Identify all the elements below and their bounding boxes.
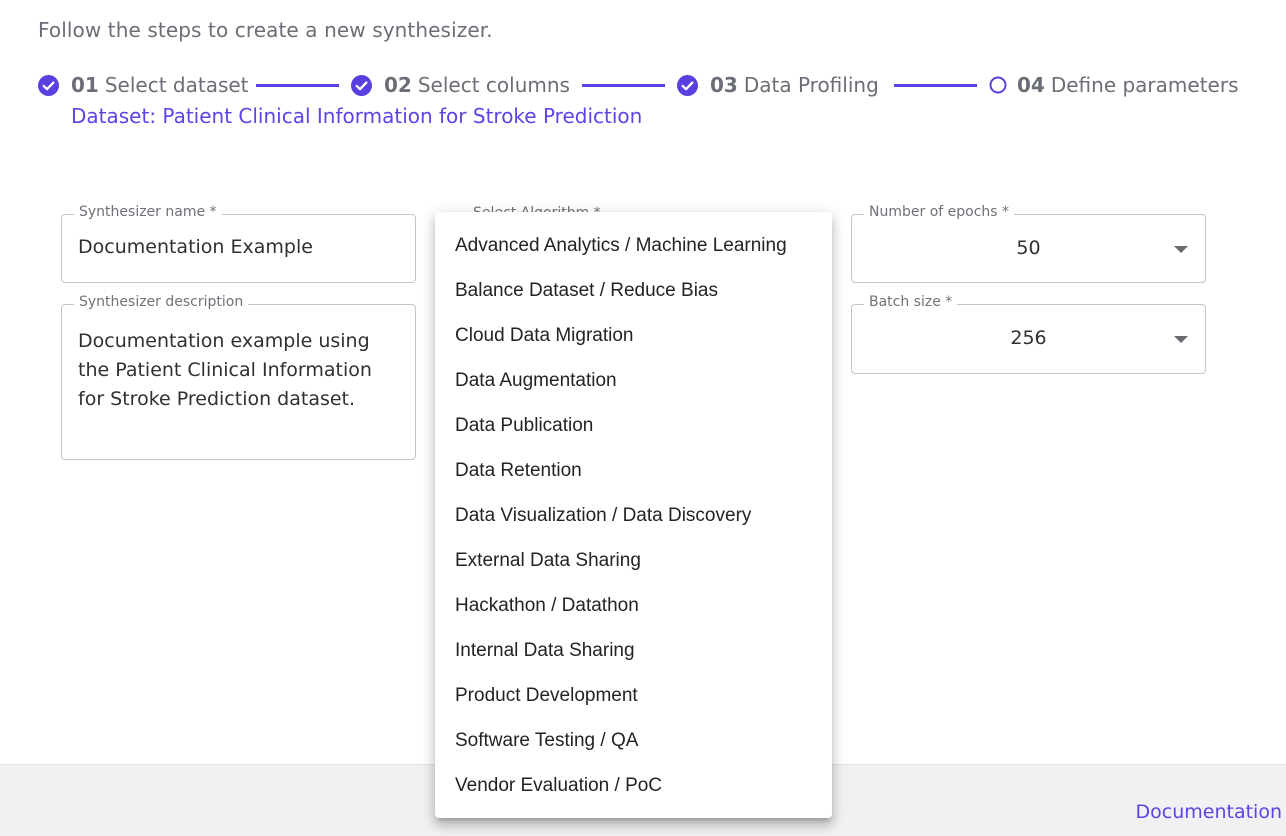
step-label: Select dataset	[104, 73, 249, 97]
step-connector	[894, 84, 977, 87]
check-circle-icon	[677, 74, 698, 96]
menu-item[interactable]: Advanced Analytics / Machine Learning	[435, 223, 832, 268]
menu-item[interactable]: Product Development	[435, 673, 832, 718]
step-define-parameters[interactable]: 04 Define parameters	[987, 72, 1239, 98]
intro-text: Follow the steps to create a new synthes…	[38, 18, 493, 42]
empty-circle-icon	[989, 76, 1007, 94]
step-data-profiling[interactable]: 03 Data Profiling	[677, 72, 879, 98]
check-circle-icon	[351, 74, 372, 96]
field-label: Number of epochs *	[864, 204, 1015, 220]
menu-item[interactable]: Internal Data Sharing	[435, 628, 832, 673]
dropdown-arrow-icon[interactable]	[1174, 336, 1188, 343]
menu-item[interactable]: Balance Dataset / Reduce Bias	[435, 268, 832, 313]
menu-item[interactable]: Data Augmentation	[435, 358, 832, 403]
step-label: Select columns	[417, 73, 570, 97]
field-label: Synthesizer name *	[74, 204, 222, 220]
batch-size-select[interactable]: Batch size * 256	[851, 294, 1206, 374]
step-connector	[256, 84, 339, 87]
batch-size-value: 256	[1010, 327, 1047, 349]
synthesizer-description-value[interactable]: Documentation example using the Patient …	[78, 327, 401, 414]
dropdown-arrow-icon[interactable]	[1174, 246, 1188, 253]
menu-item[interactable]: Vendor Evaluation / PoC	[435, 763, 832, 808]
step-select-dataset[interactable]: 01 Select dataset	[38, 72, 249, 98]
step-number: 01	[71, 73, 99, 97]
number-of-epochs-select[interactable]: Number of epochs * 50	[851, 204, 1206, 283]
menu-item[interactable]: Data Visualization / Data Discovery	[435, 493, 832, 538]
synthesizer-name-field[interactable]: Synthesizer name * Documentation Example	[61, 204, 416, 283]
selected-dataset-label: Dataset: Patient Clinical Information fo…	[71, 104, 643, 128]
menu-item[interactable]: Data Publication	[435, 403, 832, 448]
synthesizer-description-field[interactable]: Synthesizer description Documentation ex…	[61, 294, 416, 460]
synthesizer-name-value[interactable]: Documentation Example	[78, 236, 313, 258]
check-circle-icon	[38, 74, 59, 96]
step-label: Data Profiling	[743, 73, 879, 97]
step-select-columns[interactable]: 02 Select columns	[351, 72, 570, 98]
algorithm-dropdown-menu: Advanced Analytics / Machine Learning Ba…	[435, 212, 832, 818]
menu-item[interactable]: External Data Sharing	[435, 538, 832, 583]
menu-item[interactable]: Software Testing / QA	[435, 718, 832, 763]
field-label: Synthesizer description	[74, 294, 249, 310]
create-synthesizer-page: Follow the steps to create a new synthes…	[0, 0, 1286, 836]
documentation-link[interactable]: Documentation	[1136, 801, 1282, 823]
stepper: 01 Select dataset 02 Select columns 03 D…	[38, 72, 1258, 98]
menu-item[interactable]: Data Retention	[435, 448, 832, 493]
field-label: Batch size *	[864, 294, 958, 310]
step-number: 03	[710, 73, 738, 97]
menu-item[interactable]: Cloud Data Migration	[435, 313, 832, 358]
step-number: 04	[1017, 73, 1045, 97]
step-label: Define parameters	[1050, 73, 1239, 97]
step-number: 02	[384, 73, 412, 97]
epochs-value: 50	[1016, 237, 1041, 259]
step-connector	[582, 84, 665, 87]
menu-item[interactable]: Hackathon / Datathon	[435, 583, 832, 628]
